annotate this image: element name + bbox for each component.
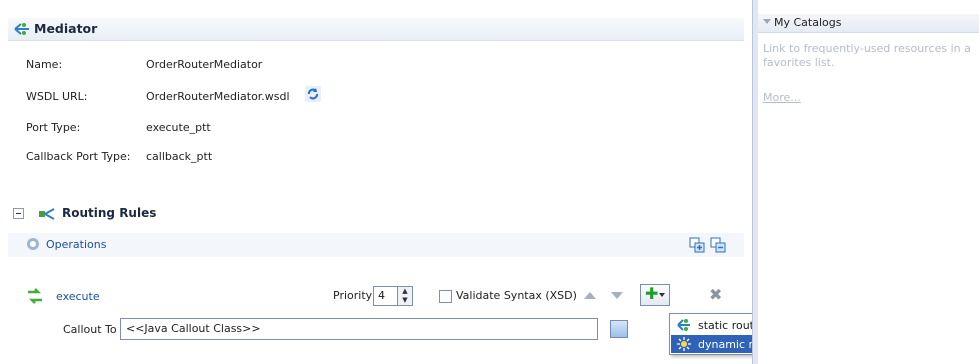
- callout-to-field[interactable]: <<Java Callout Class>>: [120, 318, 598, 340]
- delete-icon[interactable]: ✖: [709, 285, 722, 304]
- operations-bar: Operations: [8, 233, 744, 257]
- refresh-wsdl-icon[interactable]: [304, 85, 322, 103]
- chevron-down-icon[interactable]: [763, 19, 771, 24]
- browse-class-icon[interactable]: [610, 320, 628, 338]
- catalogs-header[interactable]: My Catalogs: [758, 14, 979, 33]
- plus-icon: ✚: [645, 284, 659, 303]
- collapse-toggle-icon[interactable]: [13, 208, 24, 219]
- operations-label[interactable]: Operations: [46, 238, 106, 251]
- operations-gear-icon: [27, 238, 39, 250]
- static-routing-icon: [677, 319, 690, 331]
- name-value: OrderRouterMediator: [146, 58, 263, 71]
- port-type-label: Port Type:: [26, 121, 81, 134]
- routing-rules-icon: [39, 208, 55, 220]
- routing-rules-title: Routing Rules: [62, 206, 157, 220]
- dynamic-routing-icon: [677, 337, 691, 351]
- move-down-icon[interactable]: [611, 292, 623, 299]
- wsdl-url-label: WSDL URL:: [26, 90, 88, 103]
- catalogs-more-link[interactable]: More...: [763, 91, 801, 104]
- catalogs-description: Link to frequently-used resources in a f…: [763, 42, 977, 70]
- callout-to-label: Callout To: [63, 323, 117, 336]
- mediator-editor: Mediator Name: OrderRouterMediator WSDL …: [0, 0, 968, 364]
- move-up-icon[interactable]: [584, 292, 596, 299]
- expand-all-icon[interactable]: [689, 237, 705, 253]
- priority-stepper[interactable]: 4 ▲ ▼: [373, 286, 413, 306]
- operation-execute-icon: [28, 288, 42, 304]
- priority-down-icon[interactable]: ▼: [398, 296, 412, 305]
- priority-up-icon[interactable]: ▲: [398, 287, 412, 296]
- callout-to-value: <<Java Callout Class>>: [126, 322, 261, 335]
- name-label: Name:: [26, 58, 63, 71]
- catalogs-description-line: Link to frequently-used resources in a: [763, 42, 971, 55]
- priority-value: 4: [378, 289, 385, 302]
- callback-port-type-label: Callback Port Type:: [26, 150, 131, 163]
- catalogs-title: My Catalogs: [774, 16, 842, 29]
- mediator-title: Mediator: [34, 21, 98, 36]
- mediator-icon: [14, 23, 29, 35]
- routing-rules-header: Routing Rules: [8, 204, 744, 226]
- wsdl-url-value[interactable]: OrderRouterMediator.wsdl: [146, 90, 290, 103]
- catalogs-description-line: favorites list.: [763, 56, 835, 69]
- port-type-value: execute_ptt: [146, 121, 211, 134]
- validate-syntax-label[interactable]: Validate Syntax (XSD): [456, 289, 577, 302]
- priority-label: Priority: [333, 289, 373, 302]
- catalogs-panel: My Catalogs Link to frequently-used reso…: [758, 0, 979, 364]
- callback-port-type-value: callback_ptt: [146, 150, 213, 163]
- operation-execute-link[interactable]: execute: [56, 290, 100, 303]
- add-routing-rule-button[interactable]: ✚: [640, 284, 670, 306]
- collapse-all-icon[interactable]: [710, 237, 726, 253]
- validate-syntax-checkbox[interactable]: [439, 290, 452, 303]
- dropdown-caret-icon: [659, 293, 665, 297]
- mediator-header: Mediator: [8, 18, 744, 41]
